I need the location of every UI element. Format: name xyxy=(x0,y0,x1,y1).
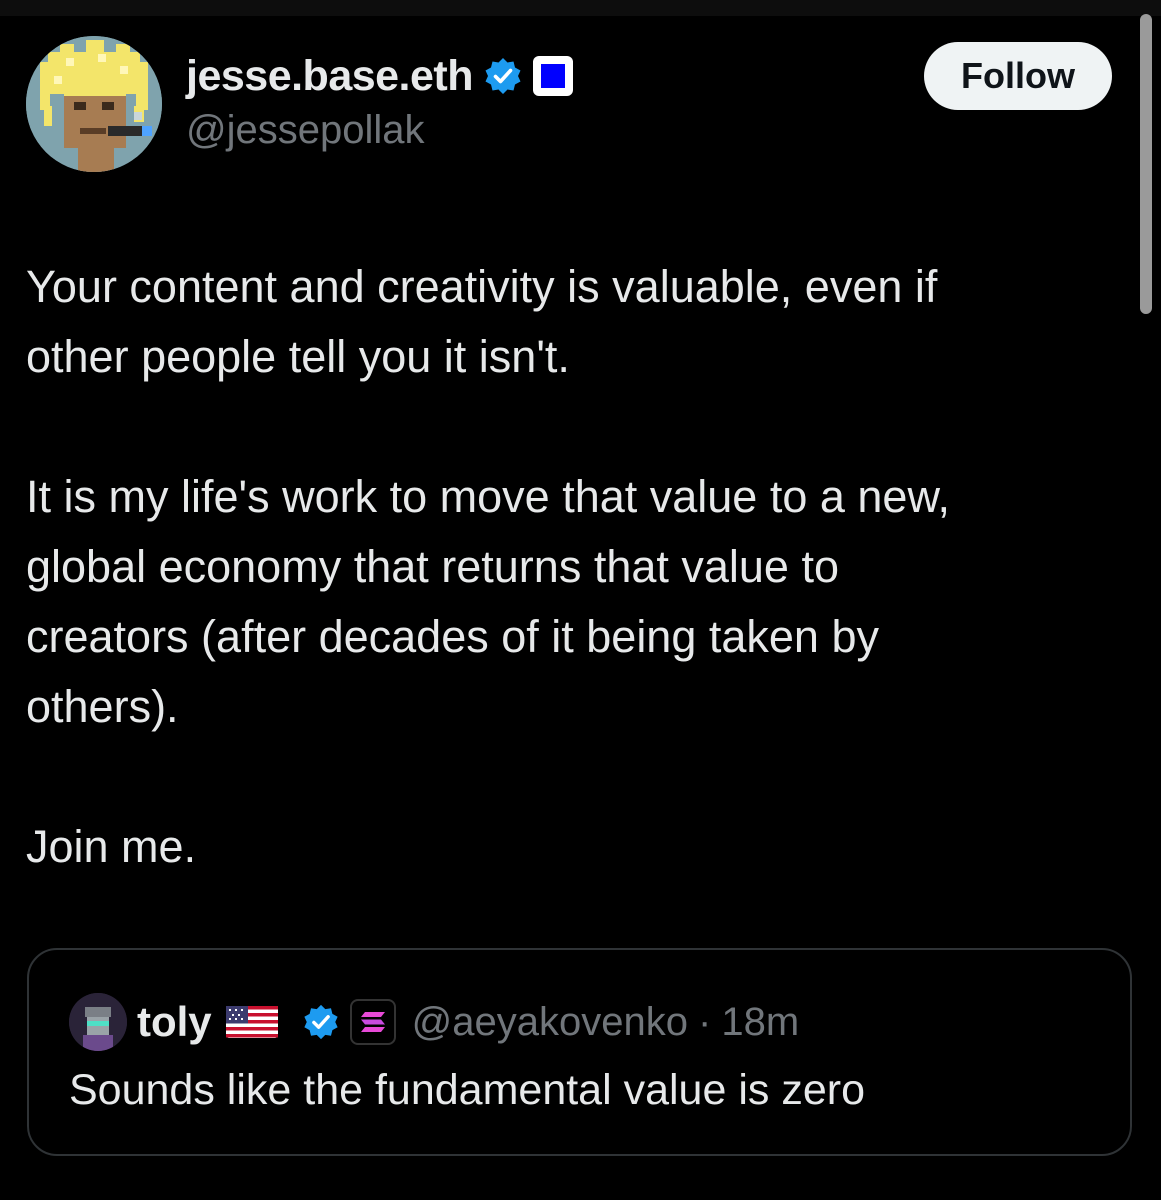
author-name-row: jesse.base.eth xyxy=(186,48,574,104)
dot-separator: · xyxy=(698,999,712,1044)
post-text: Your content and creativity is valuable,… xyxy=(26,252,1126,882)
quoted-post-timestamp[interactable]: 18m xyxy=(721,1000,799,1045)
follow-button[interactable]: Follow xyxy=(924,42,1112,110)
verified-badge-icon[interactable] xyxy=(302,1003,340,1041)
quoted-post-card[interactable]: toly @aeyakovenko · 18m Sounds like the … xyxy=(27,948,1132,1156)
quoted-author-name[interactable]: toly xyxy=(137,998,212,1046)
quoted-author-handle[interactable]: @aeyakovenko xyxy=(412,1000,688,1045)
post-text-line: creators (after decades of it being take… xyxy=(26,611,879,662)
quoted-author-avatar[interactable] xyxy=(69,993,127,1051)
post-text-line: It is my life's work to move that value … xyxy=(26,471,950,522)
author-handle[interactable]: @jessepollak xyxy=(186,108,425,153)
author-display-name[interactable]: jesse.base.eth xyxy=(186,52,474,101)
post-text-line: Your content and creativity is valuable,… xyxy=(26,261,938,312)
post-text-line: others). xyxy=(26,681,179,732)
top-edge-strip xyxy=(0,0,1161,16)
pixel-avatar-icon xyxy=(69,993,127,1051)
post-text-line: global economy that returns that value t… xyxy=(26,541,839,592)
verified-badge-icon[interactable] xyxy=(483,56,523,96)
author-avatar[interactable] xyxy=(26,36,162,172)
base-square-icon[interactable] xyxy=(533,56,574,96)
us-flag-icon xyxy=(225,1006,278,1038)
quoted-post-text: Sounds like the fundamental value is zer… xyxy=(69,1066,865,1114)
solana-icon[interactable] xyxy=(349,999,396,1045)
post-text-line: Join me. xyxy=(26,821,197,872)
quoted-post-header: toly @aeyakovenko · 18m xyxy=(69,993,799,1051)
scrollbar[interactable] xyxy=(1140,14,1152,314)
post-text-line: other people tell you it isn't. xyxy=(26,331,570,382)
pixel-punk-avatar-icon xyxy=(26,36,162,172)
